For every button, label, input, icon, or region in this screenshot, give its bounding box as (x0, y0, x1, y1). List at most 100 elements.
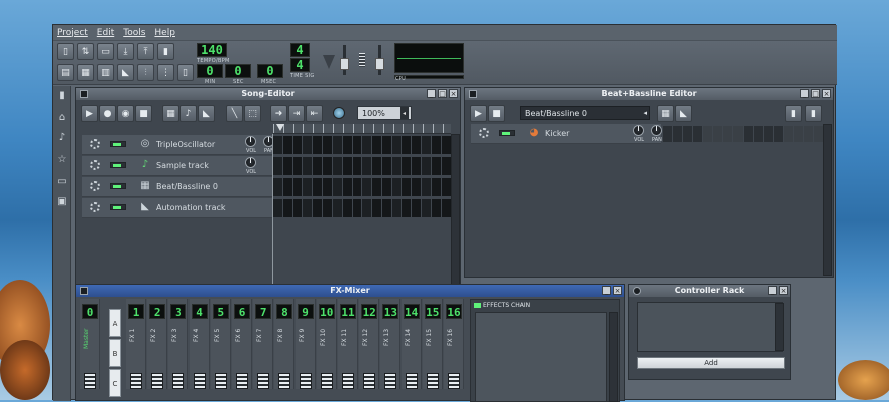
minimize-button[interactable]: _ (768, 286, 777, 295)
controller-rack-icon[interactable]: ⋮ (157, 64, 174, 81)
close-button[interactable]: × (613, 286, 622, 295)
master-pitch-handle[interactable] (375, 58, 384, 70)
fx-channel-strip[interactable]: 1 FX 1 (126, 299, 146, 389)
vertical-scrollbar[interactable] (775, 303, 784, 351)
track-row[interactable]: ♪ Sample track VOL (82, 156, 272, 176)
add-controller-button[interactable]: Add (637, 357, 785, 369)
automation-editor-icon[interactable]: ◣ (117, 64, 134, 81)
remove-steps-button[interactable]: ▮ (785, 105, 802, 122)
effects-list[interactable] (475, 312, 607, 402)
open-project-icon[interactable]: ▭ (97, 43, 114, 60)
fx-channel-strip[interactable]: 12 FX 12 (359, 299, 380, 389)
fx-channel-strip[interactable]: 8 FX 8 (274, 299, 295, 389)
maximize-button[interactable]: □ (811, 89, 820, 98)
gear-icon[interactable] (90, 181, 100, 191)
pattern-row[interactable] (273, 135, 451, 155)
tempo-display[interactable]: 140 (197, 43, 227, 57)
time-sig-denominator[interactable]: 4 (290, 58, 310, 72)
timeline-position-marker[interactable] (276, 124, 284, 131)
vertical-scrollbar[interactable] (451, 134, 460, 288)
timeline-ruler[interactable] (273, 124, 451, 134)
effects-chain-toggle[interactable] (474, 303, 481, 308)
fx-channel-strip[interactable]: 4 FX 4 (189, 299, 210, 389)
maximize-button[interactable]: □ (438, 89, 447, 98)
beat-bassline-select[interactable]: Beat/Bassline 0 ◂ (520, 106, 650, 120)
controller-list[interactable] (637, 302, 783, 352)
project-notes-icon[interactable]: ▯ (177, 64, 194, 81)
vertical-scrollbar[interactable] (823, 124, 832, 276)
stop-behaviour-button[interactable]: ⇤ (306, 105, 323, 122)
fx-channel-strip[interactable]: 3 FX 3 (168, 299, 189, 389)
stop-button[interactable]: ■ (488, 105, 505, 122)
menu-project[interactable]: Project (57, 28, 88, 38)
gear-icon[interactable] (90, 160, 100, 170)
beat-bassline-editor-icon[interactable]: ▦ (77, 64, 94, 81)
mute-toggle[interactable] (110, 141, 126, 147)
record-button[interactable]: ● (99, 105, 116, 122)
master-volume-handle[interactable] (340, 58, 349, 70)
fx-channel-strip[interactable]: 9 FX 9 (295, 299, 316, 389)
record-while-playing-button[interactable]: ◉ (117, 105, 134, 122)
computer-icon[interactable]: ▣ (56, 196, 68, 208)
autoscroll-button[interactable]: ➜ (270, 105, 287, 122)
bb-track-row[interactable]: ◕ Kicker VOL PAN (471, 124, 662, 144)
fx-mixer-icon[interactable]: ⫶ (137, 64, 154, 81)
mixer-bank-button[interactable]: A (109, 309, 121, 337)
my-projects-icon[interactable]: ▮ (56, 90, 68, 102)
piano-roll-icon[interactable]: ▥ (97, 64, 114, 81)
vertical-scrollbar[interactable] (609, 312, 618, 402)
track-row[interactable]: ▦ Beat/Bassline 0 (82, 177, 272, 197)
add-sample-track-button[interactable]: ♪ (180, 105, 197, 122)
fx-channel-master[interactable]: 0 Master (80, 299, 100, 389)
volume-knob[interactable] (245, 136, 256, 147)
fx-channel-strip[interactable]: 6 FX 6 (232, 299, 252, 389)
fx-channel-strip[interactable]: 13 FX 13 (380, 299, 401, 389)
mute-toggle[interactable] (110, 204, 126, 210)
add-automation-track-button[interactable]: ◣ (675, 105, 692, 122)
stop-button[interactable]: ■ (135, 105, 152, 122)
add-automation-track-button[interactable]: ◣ (198, 105, 215, 122)
edit-mode-button[interactable]: ⬚ (244, 105, 261, 122)
play-button[interactable]: ▶ (470, 105, 487, 122)
mute-toggle[interactable] (110, 162, 126, 168)
my-home-icon[interactable]: ☆ (56, 154, 68, 166)
volume-knob[interactable] (633, 125, 644, 136)
song-editor-icon[interactable]: ▤ (57, 64, 74, 81)
track-row[interactable]: ◣ Automation track (82, 198, 272, 218)
fx-channel-strip[interactable]: 11 FX 11 (338, 299, 358, 389)
menu-help[interactable]: Help (154, 28, 175, 38)
pattern-row[interactable] (273, 156, 451, 176)
fx-channel-strip[interactable]: 7 FX 7 (253, 299, 274, 389)
pattern-row[interactable] (273, 177, 451, 197)
mixer-bank-button[interactable]: B (109, 339, 121, 367)
mute-toggle[interactable] (499, 130, 515, 136)
fx-channel-strip[interactable]: 16 FX 16 (444, 299, 464, 389)
fx-channel-strip[interactable]: 5 FX 5 (210, 299, 231, 389)
add-steps-button[interactable]: ▮ (805, 105, 822, 122)
fx-channel-strip[interactable]: 15 FX 15 (422, 299, 443, 389)
gear-icon[interactable] (90, 139, 100, 149)
add-beat-bassline-button[interactable]: ▦ (657, 105, 674, 122)
save-project-icon[interactable]: ⤒ (137, 43, 154, 60)
root-directory-icon[interactable]: ▭ (56, 176, 68, 188)
loop-points-button[interactable]: ⇥ (288, 105, 305, 122)
mute-toggle[interactable] (110, 183, 126, 189)
close-button[interactable]: × (822, 89, 831, 98)
minimize-button[interactable]: _ (800, 89, 809, 98)
play-button[interactable]: ▶ (81, 105, 98, 122)
track-row[interactable]: ◎ TripleOscillator VOL PAN (82, 135, 274, 155)
new-from-template-icon[interactable]: ⇅ (77, 43, 94, 60)
add-beat-bassline-button[interactable]: ▦ (162, 105, 179, 122)
close-button[interactable]: × (449, 89, 458, 98)
menu-tools[interactable]: Tools (123, 28, 145, 38)
pattern-row[interactable] (273, 198, 451, 218)
fx-channel-strip[interactable]: 2 FX 2 (147, 299, 168, 389)
gear-icon[interactable] (90, 202, 100, 212)
export-project-icon[interactable]: ▮ (157, 43, 174, 60)
mixer-bank-button[interactable]: C (109, 369, 121, 397)
my-presets-icon[interactable]: ♪ (56, 132, 68, 144)
volume-knob[interactable] (245, 157, 256, 168)
zoom-select[interactable]: 100% ◂ (357, 106, 412, 120)
time-sig-numerator[interactable]: 4 (290, 43, 310, 57)
step-sequencer[interactable] (663, 126, 823, 142)
